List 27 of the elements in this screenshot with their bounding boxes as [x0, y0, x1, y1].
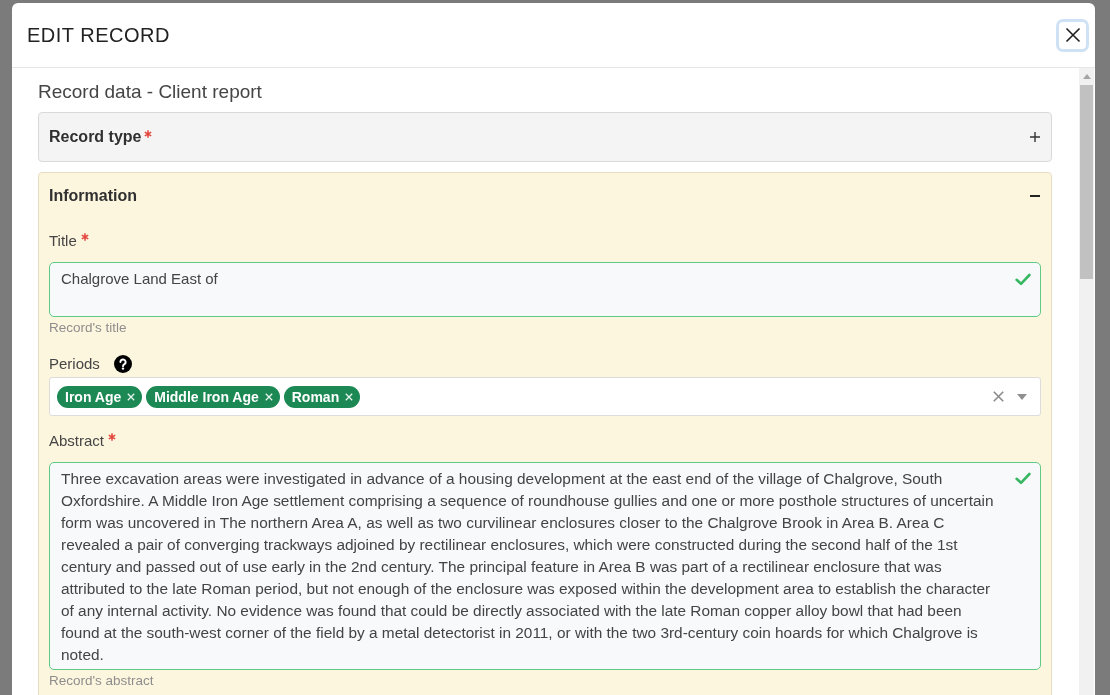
field-label: Title [49, 231, 77, 251]
accordion-header[interactable]: Information [39, 173, 1051, 219]
form-heading: Record data - Client report [38, 81, 263, 103]
field-label: Abstract [49, 431, 105, 451]
period-tag[interactable]: Middle Iron Age [146, 385, 280, 408]
clear-icon[interactable] [993, 391, 1004, 402]
help-icon[interactable] [113, 355, 132, 373]
period-tag[interactable]: Iron Age [57, 385, 143, 408]
remove-icon[interactable] [264, 392, 273, 401]
field-label: Periods [49, 354, 100, 374]
scrollbar-track[interactable] [1079, 68, 1094, 695]
caret-down-icon[interactable] [1017, 393, 1027, 400]
periods-select[interactable]: Iron Age Middle Iron Age Roman [49, 377, 1041, 416]
close-icon [1064, 27, 1081, 43]
remove-icon[interactable] [127, 392, 136, 401]
dialog-title: EDIT RECORD [27, 23, 170, 47]
help-text: Record's abstract [49, 673, 155, 689]
period-tag[interactable]: Roman [283, 385, 361, 408]
title-input[interactable]: Chalgrove Land East of [49, 262, 1041, 317]
scrollbar-thumb[interactable] [1080, 85, 1093, 279]
scroll-up-icon[interactable] [1082, 74, 1091, 79]
help-text: Record's title [49, 320, 128, 336]
abstract-textarea[interactable]: Three excavation areas were investigated in advance of a housing development at the east end of the village of Chalgrove, South Oxfordshire. A Middle Iron Age settlement comprising a sequence of roundhouse gullies and one or more posthole structures of uncertain form was uncovered in The northern Area A, as well as two curvilinear enclosures closer to the Chalgrove Brook in Area B. Area C revealed a pair of converging trackways adjoined by rectilinear enclosures, which were constructed during the second half of the 1st century and passed out of use early in the 2nd century. The principal feature in Area B was part of a rectilinear enclosure that was attributed to the late Roman period, but not enough of the enclosure was exposed within the development area to establish the character of any internal activity. No evidence was found that could be directly associated with the late Roman copper alloy bowl that had been found at the south-west corner of the field by a metal detectorist in 2011, or with the two 3rd-century coin hoards for which Chalgrove is noted. [49, 462, 1041, 670]
accordion-header[interactable]: Record type [39, 113, 1051, 161]
plus-icon[interactable] [1030, 132, 1040, 142]
remove-icon[interactable] [345, 392, 354, 401]
close-button[interactable] [1056, 18, 1089, 52]
